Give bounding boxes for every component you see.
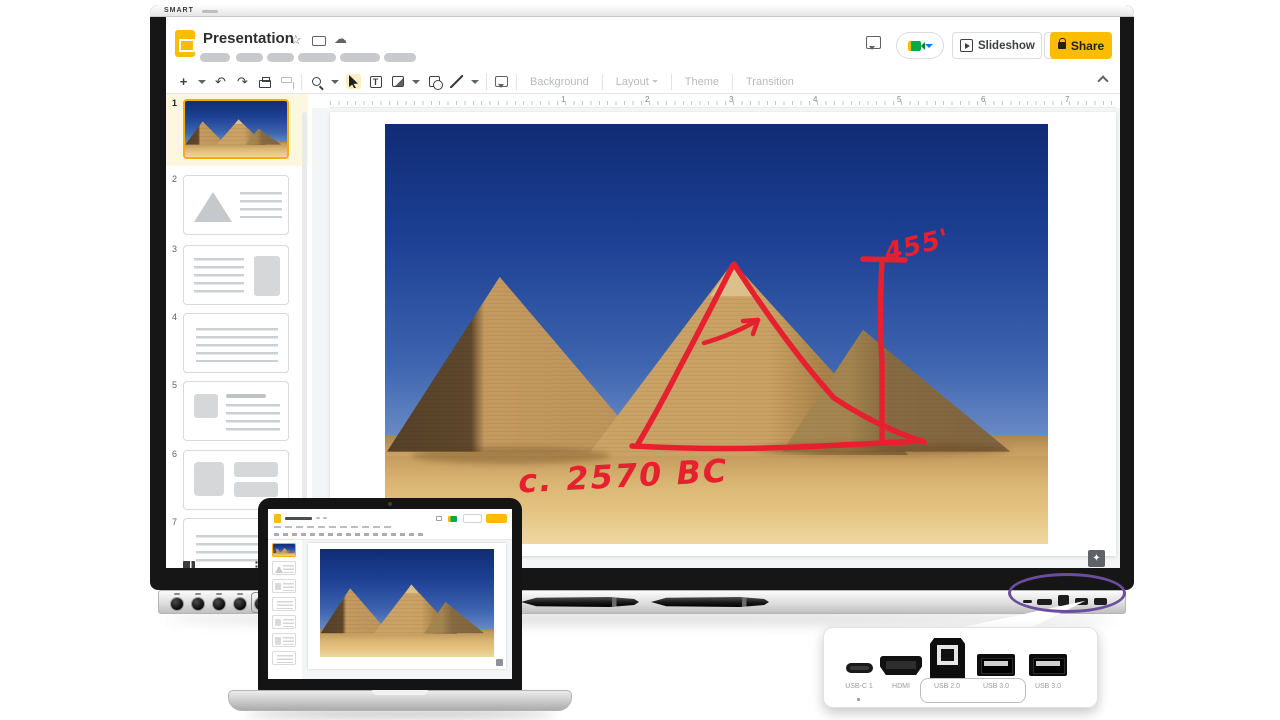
mini-slide-thumbnail [272, 633, 296, 647]
footnote-mark [857, 698, 860, 701]
mini-slide-thumbnail [272, 561, 296, 575]
ink-height-line [881, 261, 883, 439]
mini-slide-thumbnail [272, 543, 296, 557]
mini-slides-app-icon [274, 514, 281, 523]
port-label: USB-C 1 [845, 683, 873, 690]
mini-doc-title [285, 517, 312, 520]
laptop-base-notch [372, 690, 428, 695]
tray-button [192, 598, 204, 610]
smart-model-text [202, 10, 218, 13]
mini-header-icon [323, 517, 327, 519]
mini-comment-icon [436, 516, 442, 521]
ink-triangle-right-edge [734, 264, 924, 442]
mini-slide-thumbnail [272, 597, 296, 611]
tray-button [171, 598, 183, 610]
ink-triangle-base [632, 441, 923, 449]
board-top-bezel: SMART [150, 5, 1134, 17]
mini-menubar [274, 526, 394, 528]
mini-pyramids-photo [320, 549, 494, 657]
port-group-outline [920, 678, 1026, 703]
explore-button[interactable]: ✦ [1088, 550, 1105, 567]
port-label: USB 3.0 [983, 683, 1009, 690]
tray-button-glyph [216, 593, 222, 595]
webcam-dot [388, 502, 392, 506]
port-label: USB 3.0 [1035, 683, 1061, 690]
board-screen: Presentation ☆ ☁ Slides [166, 17, 1120, 568]
port-label: HDMI [892, 683, 910, 690]
mini-slide-thumbnail [272, 651, 296, 665]
usb-c-port [846, 663, 873, 673]
tray-button-glyph [237, 593, 243, 595]
mini-slide-thumbnail [272, 615, 296, 629]
mini-meet-icon [448, 516, 457, 522]
tray-pen-left [521, 597, 639, 607]
mini-toolbar [274, 533, 424, 536]
laptop-shadow [246, 710, 556, 718]
port-label: USB 2.0 [934, 683, 960, 690]
mini-explore-button [496, 659, 503, 666]
tray-pen-right [651, 597, 769, 607]
tray-button [213, 598, 225, 610]
mini-header-icon [316, 517, 320, 519]
usb-a-port-2 [1029, 654, 1067, 676]
ports-callout-panel: USB-C 1 HDMI USB 2.0 USB 3.0 USB 3.0 [823, 627, 1098, 708]
mini-slide-thumbnail [272, 579, 296, 593]
tray-button [234, 598, 246, 610]
usb-a-port-1 [977, 654, 1015, 676]
mini-share-button [486, 514, 507, 523]
ports-highlight-ellipse [1008, 573, 1126, 613]
ink-arrow-curve [704, 320, 758, 343]
tray-button-glyph [195, 593, 201, 595]
ink-triangle-left-edge [638, 265, 733, 444]
scene: SMART Presentation ☆ ☁ [0, 0, 1280, 720]
mini-slideshow-button [463, 514, 482, 523]
laptop-display [268, 509, 512, 679]
smart-brand-logo: SMART [164, 7, 194, 14]
tray-button-glyph [174, 593, 180, 595]
usb-b-port [930, 638, 965, 679]
mini-filmstrip [268, 540, 302, 679]
hdmi-port [880, 656, 922, 675]
